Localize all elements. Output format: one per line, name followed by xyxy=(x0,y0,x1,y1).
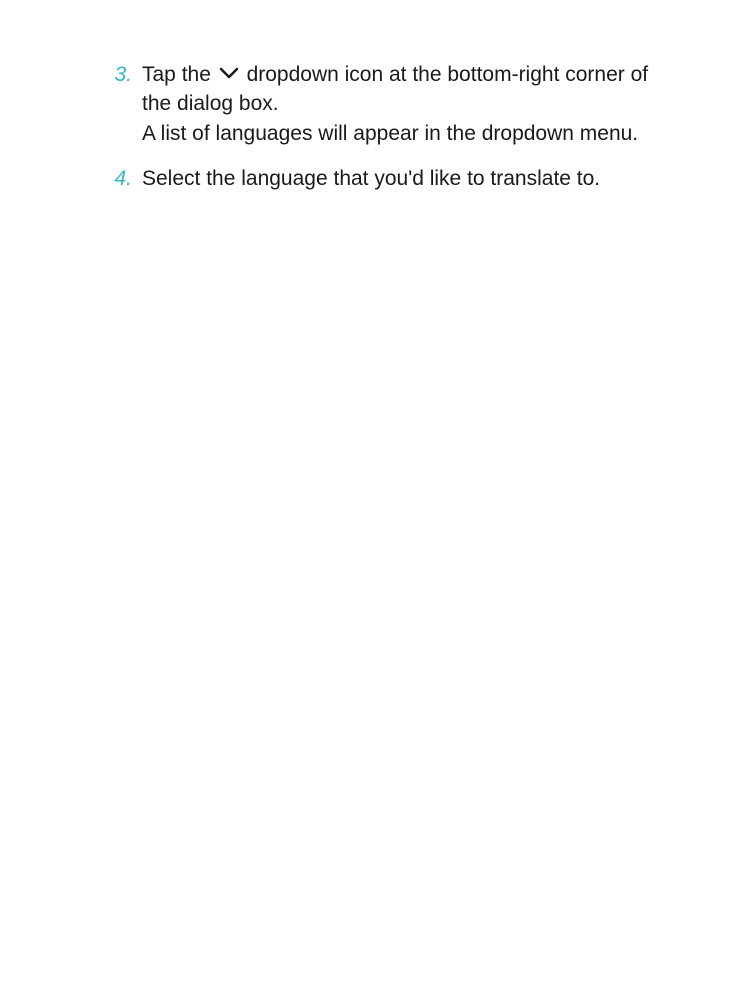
step-item-3: 3. Tap the dropdown icon at the bottom-r… xyxy=(100,60,655,148)
step-number: 3. xyxy=(100,60,132,89)
step-number: 4. xyxy=(100,164,132,193)
step-text-line2: A list of languages will appear in the d… xyxy=(142,122,638,145)
step-text: Select the language that you'd like to t… xyxy=(142,167,600,190)
step-text-before: Tap the xyxy=(142,63,217,86)
step-content: Select the language that you'd like to t… xyxy=(142,164,655,193)
step-item-4: 4. Select the language that you'd like t… xyxy=(100,164,655,193)
step-content: Tap the dropdown icon at the bottom-righ… xyxy=(142,60,655,148)
chevron-down-icon xyxy=(219,66,239,80)
